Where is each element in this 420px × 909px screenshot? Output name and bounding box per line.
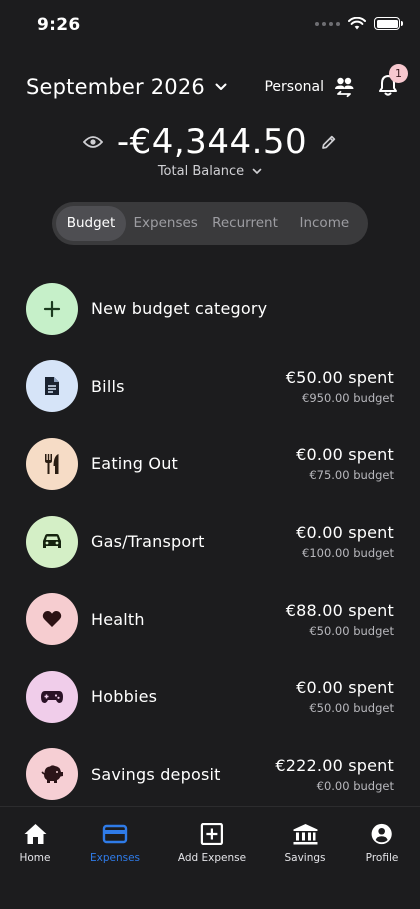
category-spent: €50.00 spent	[285, 367, 394, 387]
new-budget-category-label: New budget category	[91, 299, 268, 319]
status-bar: 9:26	[0, 0, 420, 52]
notifications-button[interactable]: 1	[378, 64, 408, 100]
category-name: Bills	[91, 376, 125, 396]
nav-add-expense-label: Add Expense	[177, 852, 247, 864]
category-budget: €0.00 budget	[316, 778, 394, 793]
add-box-icon	[200, 823, 224, 845]
category-budget: €75.00 budget	[309, 468, 394, 483]
plus-icon	[26, 282, 78, 335]
list-item[interactable]: Eating Out €0.00 spent €75.00 budget	[0, 425, 420, 503]
heart-icon	[26, 593, 78, 646]
bank-icon	[293, 824, 317, 845]
category-budget: €100.00 budget	[302, 546, 394, 561]
new-budget-category-button[interactable]: New budget category	[0, 270, 420, 348]
nav-add-expense[interactable]: Add Expense	[178, 823, 246, 864]
gamepad-icon	[26, 670, 78, 723]
list-item[interactable]: Savings deposit €222.00 spent €0.00 budg…	[0, 736, 420, 814]
switch-account-icon[interactable]	[332, 75, 356, 99]
piggy-bank-icon	[26, 748, 78, 801]
tab-budget[interactable]: Budget	[56, 206, 126, 241]
document-icon	[26, 360, 78, 413]
account-label[interactable]: Personal	[264, 79, 324, 95]
total-balance-amount: -€4,344.50	[116, 122, 308, 162]
nav-expenses[interactable]: Expenses	[90, 823, 140, 864]
notification-badge: 1	[389, 64, 408, 83]
nav-profile-label: Profile	[365, 852, 399, 864]
list-item[interactable]: Bills €50.00 spent €950.00 budget	[0, 348, 420, 426]
list-item[interactable]: Gas/Transport €0.00 spent €100.00 budget	[0, 503, 420, 581]
nav-home-label: Home	[19, 852, 51, 864]
category-spent: €88.00 spent	[285, 600, 394, 620]
nav-savings-label: Savings	[284, 852, 326, 864]
chevron-down-icon	[215, 83, 227, 90]
eye-icon[interactable]	[82, 135, 103, 149]
category-name: Eating Out	[91, 454, 179, 474]
wifi-icon	[348, 17, 366, 30]
tab-recurrent[interactable]: Recurrent	[205, 206, 284, 241]
status-icons	[315, 17, 403, 30]
category-spent: €222.00 spent	[275, 755, 394, 775]
nav-expenses-label: Expenses	[89, 852, 141, 864]
header-actions: Personal 1	[264, 64, 408, 100]
header: September 2026 Personal 1	[26, 64, 408, 106]
credit-card-icon	[102, 824, 128, 844]
chevron-down-icon	[252, 168, 262, 174]
balance-caption[interactable]: Total Balance	[0, 164, 420, 179]
cellular-signal-icon	[315, 21, 340, 26]
pencil-icon[interactable]	[321, 134, 337, 150]
category-name: Health	[91, 609, 145, 629]
view-tabs: Budget Expenses Recurrent Income	[52, 202, 368, 245]
profile-icon	[371, 823, 393, 845]
category-budget: €50.00 budget	[309, 701, 394, 716]
balance-caption-label: Total Balance	[157, 164, 245, 179]
category-name: Gas/Transport	[91, 532, 205, 552]
category-budget: €50.00 budget	[309, 623, 394, 638]
list-item[interactable]: Hobbies €0.00 spent €50.00 budget	[0, 658, 420, 736]
category-budget: €950.00 budget	[302, 390, 394, 405]
category-spent: €0.00 spent	[296, 445, 394, 465]
car-icon	[26, 515, 78, 568]
month-label: September 2026	[26, 75, 205, 99]
bottom-navigation: Home Expenses Add Expense Savings Profil…	[0, 806, 420, 909]
category-spent: €0.00 spent	[296, 523, 394, 543]
nav-savings[interactable]: Savings	[284, 823, 326, 864]
home-icon	[23, 824, 46, 844]
nav-profile[interactable]: Profile	[365, 823, 399, 864]
battery-icon	[374, 17, 403, 30]
status-time: 9:26	[37, 15, 81, 35]
cutlery-icon	[26, 437, 78, 490]
month-selector[interactable]: September 2026	[26, 75, 227, 99]
budget-category-list: New budget category Bills €50.00 spent €…	[0, 270, 420, 813]
balance-row: -€4,344.50	[0, 122, 420, 162]
category-spent: €0.00 spent	[296, 678, 394, 698]
tab-expenses[interactable]: Expenses	[126, 206, 205, 241]
tab-income[interactable]: Income	[285, 206, 364, 241]
list-item[interactable]: Health €88.00 spent €50.00 budget	[0, 580, 420, 658]
category-name: Hobbies	[91, 687, 158, 707]
nav-home[interactable]: Home	[19, 823, 51, 864]
category-name: Savings deposit	[91, 764, 221, 784]
